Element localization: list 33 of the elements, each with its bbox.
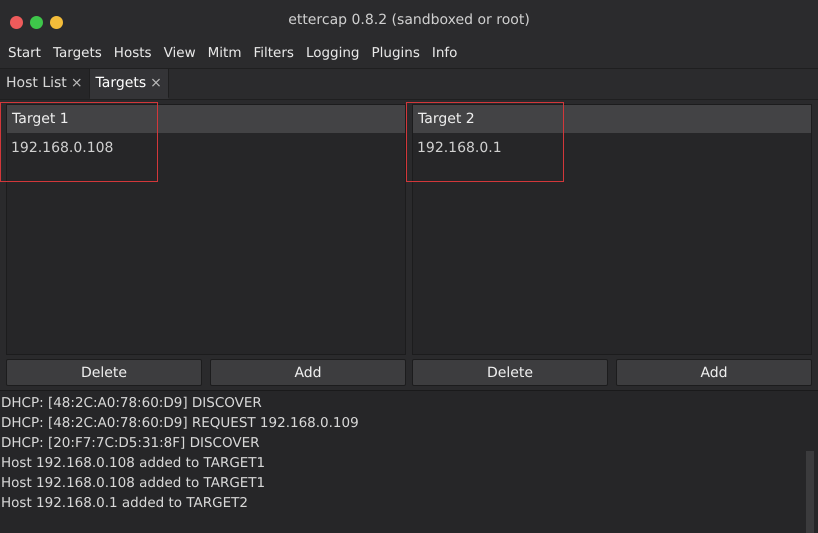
add-button[interactable]: Add <box>616 359 812 386</box>
log-line: Host 192.168.0.1 added to TARGET2 <box>0 494 249 513</box>
delete-button[interactable]: Delete <box>6 359 202 386</box>
log-line: Host 192.168.0.108 added to TARGET1 <box>0 454 266 473</box>
column-header: Target 1 <box>7 105 405 133</box>
menu-item[interactable]: Hosts <box>108 45 158 61</box>
log-line: Host 192.168.0.108 added to TARGET1 <box>0 474 266 493</box>
log-line: DHCP: [20:F7:7C:D5:31:8F] DISCOVER <box>0 434 260 453</box>
window-title: ettercap 0.8.2 (sandboxed or root) <box>288 12 530 28</box>
tab-label: Targets <box>96 75 146 91</box>
menu-item[interactable]: Filters <box>247 45 300 61</box>
minimize-button[interactable] <box>50 16 63 28</box>
menu-item[interactable]: Start <box>2 45 47 61</box>
log-line: DHCP: [48:2C:A0:78:60:D9] REQUEST 192.168.0.109 <box>0 414 360 433</box>
log-line: DHCP: [48:2C:A0:78:60:D9] DISCOVER <box>0 394 263 413</box>
close-icon[interactable]: × <box>150 75 162 91</box>
menu-item[interactable]: Mitm <box>202 45 248 61</box>
maximize-button[interactable] <box>30 16 43 28</box>
menu-item[interactable]: Logging <box>300 45 366 61</box>
close-button[interactable] <box>10 16 23 28</box>
menu-item[interactable]: Info <box>426 45 464 61</box>
menu-item[interactable]: View <box>158 45 202 61</box>
menu-item[interactable]: Plugins <box>366 45 426 61</box>
tab-label: Host List <box>6 75 67 91</box>
close-icon[interactable]: × <box>70 75 83 91</box>
menu-item[interactable]: Targets <box>46 45 108 61</box>
tab[interactable]: Host List × <box>0 69 90 99</box>
tab[interactable]: Targets × <box>90 69 169 99</box>
add-button[interactable]: Add <box>210 359 406 386</box>
delete-button[interactable]: Delete <box>412 359 608 386</box>
host-entry[interactable]: 192.168.0.1 <box>413 133 811 163</box>
column-header: Target 2 <box>413 105 811 133</box>
host-entry[interactable]: 192.168.0.108 <box>7 133 405 163</box>
